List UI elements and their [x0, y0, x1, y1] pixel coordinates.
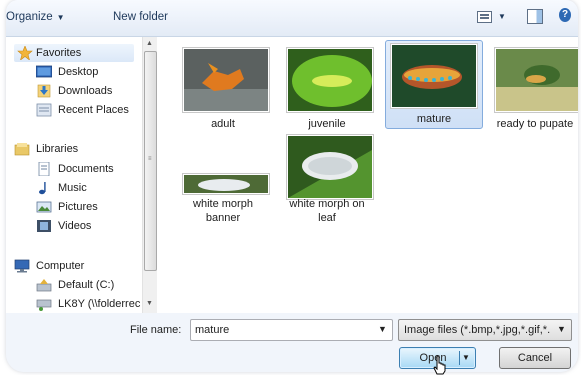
- documents-icon: [38, 162, 50, 176]
- nav-label: Music: [58, 182, 87, 194]
- nav-label: Desktop: [58, 66, 99, 78]
- file-name-label: File name:: [130, 324, 182, 336]
- preview-pane-icon[interactable]: [527, 9, 543, 24]
- file-name-label: mature: [416, 113, 452, 125]
- command-toolbar: Organize ▼ New folder ▼ ?: [6, 0, 578, 37]
- hand-cursor-icon: [433, 355, 446, 375]
- file-type-select[interactable]: Image files (*.bmp,*.jpg,*.gif,*. ▼: [398, 319, 572, 341]
- nav-label: Computer: [36, 260, 85, 272]
- network-drive-icon: [36, 299, 52, 311]
- file-thumbnail: [287, 48, 373, 112]
- file-name-line: leaf: [318, 212, 336, 224]
- nav-label: Libraries: [36, 143, 79, 155]
- nav-label: Downloads: [58, 85, 113, 97]
- file-name-value: mature: [195, 324, 230, 336]
- file-thumbnail: [287, 135, 373, 199]
- file-thumbnail: [183, 174, 269, 194]
- file-thumbnail: [391, 44, 477, 108]
- videos-icon: [37, 220, 51, 232]
- file-name-label: white morph banner: [175, 197, 271, 225]
- file-name-line: white morph: [193, 198, 253, 210]
- computer-icon: [14, 259, 30, 273]
- organize-button[interactable]: Organize ▼: [6, 11, 65, 23]
- views-menu-chevron-icon[interactable]: ▼: [498, 12, 506, 21]
- chevron-down-icon[interactable]: ▼: [378, 324, 387, 334]
- file-type-value: Image files (*.bmp,*.jpg,*.gif,*.: [404, 324, 551, 336]
- nav-item-favorites[interactable]: Favorites: [14, 44, 134, 62]
- file-name-input[interactable]: mature ▼: [190, 319, 393, 341]
- nav-label: LK8Y (\\folderrec: [58, 298, 141, 310]
- nav-label: Default (C:): [58, 279, 115, 291]
- file-name-line: white morph on: [289, 198, 365, 210]
- dialog-footer: File name: mature ▼ Image files (*.bmp,*…: [6, 313, 578, 372]
- views-icon[interactable]: [477, 11, 492, 23]
- scrollbar-thumb[interactable]: ≡: [144, 51, 157, 271]
- file-name-label: adult: [211, 118, 235, 130]
- pictures-icon: [36, 201, 52, 213]
- split-divider: [459, 351, 460, 365]
- file-tile-white-morph-on-leaf[interactable]: white morph on leaf: [279, 135, 375, 237]
- nav-label: Documents: [58, 163, 114, 175]
- file-thumbnail: [183, 48, 269, 112]
- nav-label: Favorites: [36, 47, 82, 59]
- file-tile-juvenile[interactable]: juvenile: [279, 43, 375, 135]
- recent-places-icon: [36, 103, 52, 117]
- file-thumbnail: [495, 48, 578, 112]
- scroll-up-icon[interactable]: ▲: [146, 40, 153, 47]
- file-tile-white-morph-banner[interactable]: white morph banner: [175, 137, 271, 237]
- new-folder-button[interactable]: New folder: [113, 11, 168, 23]
- file-list: adult juvenile mature ready to pupate wh…: [157, 37, 578, 313]
- drive-icon: [36, 279, 52, 292]
- file-tile-ready-to-pupate[interactable]: ready to pupate: [487, 43, 578, 135]
- navigation-scrollbar[interactable]: ▲ ≡ ▼: [142, 37, 157, 313]
- grip-icon: ≡: [148, 156, 152, 162]
- nav-label: Recent Places: [58, 104, 129, 116]
- file-tile-adult[interactable]: adult: [175, 43, 271, 135]
- nav-label: Pictures: [58, 201, 98, 213]
- file-name-label: white morph on leaf: [279, 197, 375, 225]
- desktop-icon: [36, 65, 52, 78]
- file-name-label: ready to pupate: [496, 118, 574, 130]
- file-name-label: juvenile: [308, 118, 346, 130]
- star-icon: [17, 46, 33, 60]
- downloads-icon: [37, 84, 51, 98]
- chevron-down-icon: ▼: [56, 13, 65, 22]
- open-options-chevron-icon[interactable]: ▼: [462, 348, 470, 368]
- help-icon[interactable]: ?: [559, 8, 571, 22]
- file-tile-mature[interactable]: mature: [385, 40, 483, 129]
- cancel-button[interactable]: Cancel: [499, 347, 571, 369]
- scroll-down-icon[interactable]: ▼: [146, 300, 153, 307]
- chevron-down-icon: ▼: [557, 324, 566, 334]
- music-icon: [39, 182, 46, 195]
- file-name-line: banner: [205, 212, 241, 224]
- libraries-icon: [14, 143, 30, 156]
- file-open-dialog: Organize ▼ New folder ▼ ? Favorites Deskt…: [6, 0, 578, 372]
- navigation-pane: Favorites Desktop Downloads Recent Place…: [6, 37, 157, 313]
- organize-label: Organize: [6, 11, 53, 23]
- nav-label: Videos: [58, 220, 92, 232]
